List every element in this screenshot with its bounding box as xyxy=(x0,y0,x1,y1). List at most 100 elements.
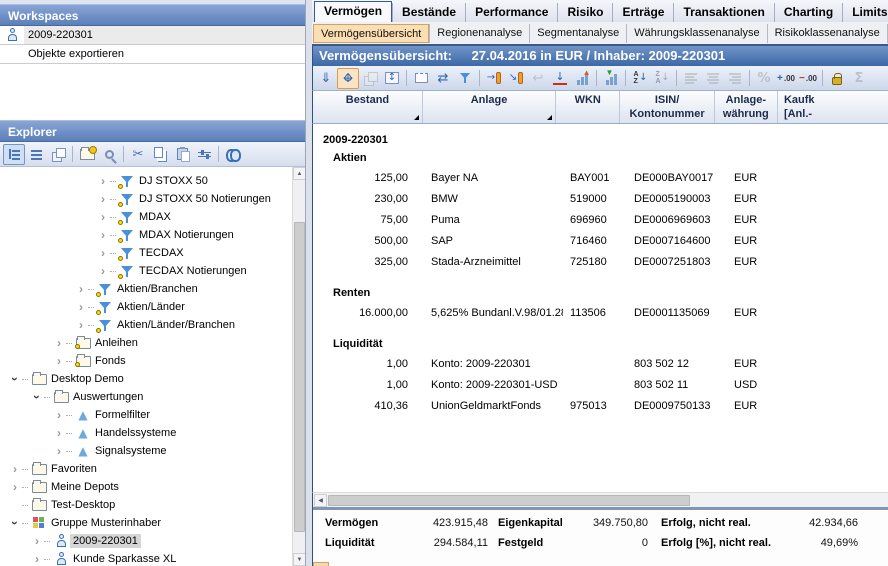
tree-item-handelssysteme[interactable]: ›▲Handelssysteme xyxy=(0,424,291,442)
column-header-isin-kontonummer[interactable]: ISIN/Kontonummer xyxy=(620,91,714,123)
expand-chevron-icon[interactable]: › xyxy=(96,176,110,186)
table-row-sap[interactable]: 500,00SAP716460DE0007164600EUR xyxy=(313,230,888,251)
percent-icon[interactable]: % xyxy=(753,68,775,89)
collapse-view-icon[interactable] xyxy=(359,68,381,89)
scroll-left-button[interactable]: ◀ xyxy=(314,494,327,507)
chart-settings-icon[interactable]: ▲ xyxy=(571,68,593,89)
tree-item-test-desktop[interactable]: ›Test-Desktop xyxy=(0,496,291,514)
expand-chevron-icon[interactable]: › xyxy=(52,338,66,348)
collapse-chevron-icon[interactable]: › xyxy=(10,516,20,530)
expand-chevron-icon[interactable]: › xyxy=(96,194,110,204)
expand-chevron-icon[interactable]: › xyxy=(96,212,110,222)
list-view-icon[interactable] xyxy=(25,144,47,165)
jump-next-icon[interactable]: → xyxy=(483,68,505,89)
table-row-puma[interactable]: 75,00Puma696960DE0006969603EUR xyxy=(313,209,888,230)
table-row-bayer-na[interactable]: 125,00Bayer NABAY001DE000BAY0017EUR xyxy=(313,167,888,188)
tree-item-auswertungen[interactable]: ›Auswertungen xyxy=(0,388,291,406)
expand-chevron-icon[interactable]: › xyxy=(74,320,88,330)
expand-chevron-icon[interactable]: › xyxy=(96,266,110,276)
subtab-waehrungsklassenanalyse[interactable]: Währungsklassenanalyse xyxy=(626,24,766,43)
expand-chevron-icon[interactable]: › xyxy=(52,428,66,438)
tree-view-icon[interactable] xyxy=(3,144,25,165)
find-icon[interactable] xyxy=(222,144,244,165)
remove-decimal-icon[interactable]: −.00 xyxy=(797,68,819,89)
expand-chevron-icon[interactable]: › xyxy=(52,410,66,420)
tab-limits[interactable]: Limits xyxy=(842,3,888,22)
table-row-konto-2009-220301[interactable]: 1,00Konto: 2009-220301803 502 12EUR xyxy=(313,353,888,374)
tree-item-desktop-demo[interactable]: ›Desktop Demo xyxy=(0,370,291,388)
expand-chevron-icon[interactable]: › xyxy=(8,482,22,492)
tree-scrollbar[interactable]: ▲ ▼ xyxy=(292,167,305,566)
tree-item-signalsysteme[interactable]: ›▲Signalsysteme xyxy=(0,442,291,460)
horizontal-scrollbar[interactable]: ◀ xyxy=(312,492,888,507)
expand-chevron-icon[interactable]: › xyxy=(52,446,66,456)
column-header-anlage[interactable]: Anlage xyxy=(423,91,556,123)
lock-columns-icon[interactable] xyxy=(826,68,848,89)
table-row-bmw[interactable]: 230,00BMW519000DE0005190003EUR xyxy=(313,188,888,209)
tab-ertraege[interactable]: Erträge xyxy=(612,3,673,22)
tree-item-aktien-laender[interactable]: ›Aktien/Länder xyxy=(0,298,291,316)
tab-performance[interactable]: Performance xyxy=(465,3,557,22)
tab-risiko[interactable]: Risiko xyxy=(557,3,612,22)
collapse-chevron-icon[interactable]: › xyxy=(10,372,20,386)
tree-item-anleihen[interactable]: ›Anleihen xyxy=(0,334,291,352)
tree-item-mdax[interactable]: ›MDAX xyxy=(0,208,291,226)
paste-icon[interactable] xyxy=(171,144,193,165)
tree-item-dj-stoxx-50-notierungen[interactable]: ›DJ STOXX 50 Notierungen xyxy=(0,190,291,208)
scroll-down-button[interactable]: ▼ xyxy=(293,553,305,566)
tree-item-tecdax[interactable]: ›TECDAX xyxy=(0,244,291,262)
expand-chevron-icon[interactable]: › xyxy=(96,248,110,258)
align-center-icon[interactable] xyxy=(702,68,724,89)
expand-chevron-icon[interactable]: › xyxy=(30,536,44,546)
sort-az-icon[interactable]: AZ↓ xyxy=(629,68,651,89)
copy-icon[interactable] xyxy=(149,144,171,165)
refresh-icon[interactable]: ⇄ xyxy=(432,68,454,89)
column-chart-icon[interactable]: ▼ xyxy=(600,68,622,89)
tree-item-kunde-sparkasse-xl[interactable]: ›Kunde Sparkasse XL xyxy=(0,550,291,566)
column-header-bestand[interactable]: Bestand xyxy=(313,91,423,123)
sort-za-icon[interactable]: ZA↓ xyxy=(651,68,673,89)
workspace-item-2009-220301[interactable]: 2009-220301 xyxy=(0,26,305,45)
workspace-item-objekte-exportieren[interactable]: Objekte exportieren xyxy=(0,45,305,64)
column-header-anlage-waehrung[interactable]: Anlage-währung xyxy=(715,91,778,123)
subtab-regionenanalyse[interactable]: Regionenanalyse xyxy=(429,24,529,43)
table-row-5-625-bundanl-v-98-01-28[interactable]: 16.000,005,625% Bundanl.V.98/01.28113506… xyxy=(313,302,888,323)
sum-icon[interactable]: Σ xyxy=(848,68,870,89)
expand-chevron-icon[interactable]: › xyxy=(30,554,44,564)
tree-scrollbar-thumb[interactable] xyxy=(294,222,305,532)
tree-item-fonds[interactable]: ›Fonds xyxy=(0,352,291,370)
table-row-uniongeldmarktfonds[interactable]: 410,36UnionGeldmarktFonds975013DE0009750… xyxy=(313,395,888,416)
jump-into-icon[interactable]: ↘ xyxy=(505,68,527,89)
new-window-icon[interactable] xyxy=(410,68,432,89)
align-left-icon[interactable] xyxy=(680,68,702,89)
tree-item-gruppe-musterinhaber[interactable]: ›Gruppe Musterinhaber xyxy=(0,514,291,532)
fit-height-icon[interactable]: ↕ xyxy=(381,68,403,89)
expand-chevron-icon[interactable]: › xyxy=(52,356,66,366)
tree-item-formelfilter[interactable]: ›▲Formelfilter xyxy=(0,406,291,424)
horizontal-scrollbar-thumb[interactable] xyxy=(328,495,690,506)
subtab-segmentanalyse[interactable]: Segmentanalyse xyxy=(529,24,626,43)
properties-icon[interactable] xyxy=(193,144,215,165)
export-structure-icon[interactable]: ⇓ xyxy=(315,68,337,89)
tab-bestaende[interactable]: Bestände xyxy=(392,3,465,22)
expand-chevron-icon[interactable]: › xyxy=(74,302,88,312)
tree-item-dj-stoxx-50[interactable]: ›DJ STOXX 50 xyxy=(0,172,291,190)
tree-item-2009-220301[interactable]: ›2009-220301 xyxy=(0,532,291,550)
column-header-wkn[interactable]: WKN xyxy=(556,91,620,123)
tab-transaktionen[interactable]: Transaktionen xyxy=(673,3,773,22)
fit-view-icon[interactable]: ↔↕ xyxy=(337,68,359,89)
align-right-icon[interactable] xyxy=(724,68,746,89)
expand-chevron-icon[interactable]: › xyxy=(8,464,22,474)
expand-chevron-icon[interactable]: › xyxy=(74,284,88,294)
subtab-risikoklassenanalyse[interactable]: Risikoklassenanalyse xyxy=(767,24,887,43)
collapse-chevron-icon[interactable]: › xyxy=(32,390,42,404)
add-decimal-icon[interactable]: +.00 xyxy=(775,68,797,89)
tab-charting[interactable]: Charting xyxy=(774,3,842,22)
cut-icon[interactable]: ✂ xyxy=(127,144,149,165)
tree-item-aktien-branchen[interactable]: ›Aktien/Branchen xyxy=(0,280,291,298)
tab-vermoegen[interactable]: Vermögen xyxy=(314,1,392,22)
column-header-kaufk-anl[interactable]: Kaufk[Anl.- xyxy=(778,91,888,123)
tree-item-tecdax-notierungen[interactable]: ›TECDAX Notierungen xyxy=(0,262,291,280)
search-icon[interactable] xyxy=(98,144,120,165)
table-row-stada-arzneimittel[interactable]: 325,00Stada-Arzneimittel725180DE00072518… xyxy=(313,251,888,272)
